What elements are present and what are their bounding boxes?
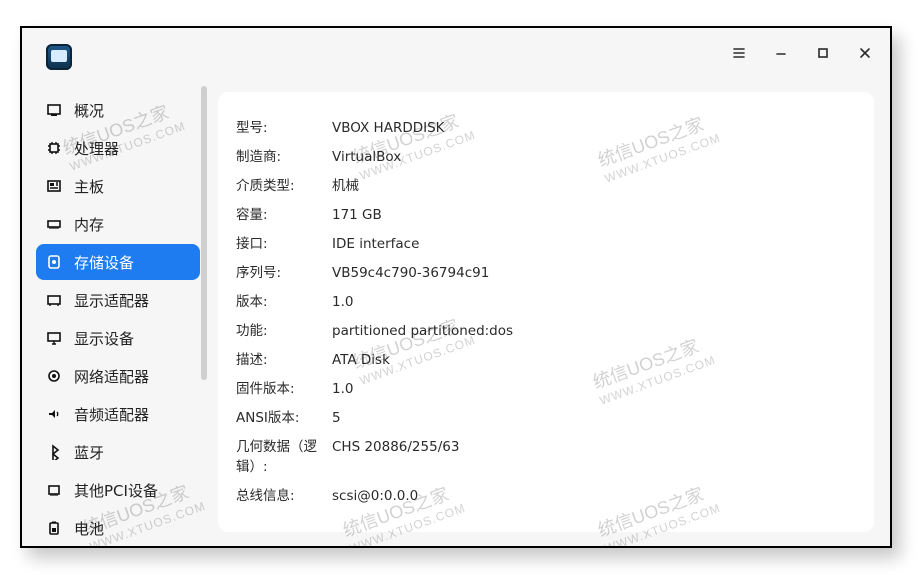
sidebar-item-label: 其他PCI设备 xyxy=(74,481,158,500)
detail-value: partitioned partitioned:dos xyxy=(332,323,514,339)
monitor-icon xyxy=(46,330,62,346)
detail-value: VirtualBox xyxy=(332,149,402,165)
detail-key: 序列号: xyxy=(236,265,282,281)
sidebar-scrollbar[interactable] xyxy=(201,86,207,380)
detail-key: 容量: xyxy=(236,207,268,223)
detail-key: 功能: xyxy=(236,323,268,339)
sidebar-item-label: 存储设备 xyxy=(74,253,135,272)
pci-icon xyxy=(46,482,62,498)
detail-value: 171 GB xyxy=(332,207,382,223)
minimize-icon[interactable] xyxy=(768,40,794,66)
sidebar-item-memory[interactable]: 内存 xyxy=(36,206,210,242)
device-manager-app-icon xyxy=(46,44,72,70)
overview-icon xyxy=(46,102,62,118)
cpu-icon xyxy=(46,140,62,156)
audio-icon xyxy=(46,406,62,422)
sidebar-item-label: 显示适配器 xyxy=(74,291,150,310)
detail-value: ATA Disk xyxy=(332,352,390,368)
sidebar-item-other-pci[interactable]: 其他PCI设备 xyxy=(36,472,210,508)
display-adapter-icon xyxy=(46,292,62,308)
details-panel: 型号: VBOX HARDDISK 制造商: VirtualBox 介质类型: … xyxy=(218,92,874,532)
sidebar-item-overview[interactable]: 概况 xyxy=(36,92,210,128)
sidebar-item-label: 处理器 xyxy=(74,139,120,158)
title-bar xyxy=(22,28,890,84)
detail-key: ANSI版本: xyxy=(236,410,300,426)
sidebar-item-label: 显示设备 xyxy=(74,329,135,348)
close-icon[interactable] xyxy=(852,40,878,66)
sidebar-item-bluetooth[interactable]: 蓝牙 xyxy=(36,434,210,470)
bluetooth-icon xyxy=(46,444,62,460)
sidebar-item-label: 音频适配器 xyxy=(74,405,150,424)
detail-value: VB59c4c790-36794c91 xyxy=(332,265,490,281)
sidebar-item-battery[interactable]: 电池 xyxy=(36,510,210,546)
detail-key: 总线信息: xyxy=(236,488,295,504)
battery-icon xyxy=(46,520,62,536)
sidebar-item-network-adapter[interactable]: 网络适配器 xyxy=(36,358,210,394)
detail-value: scsi@0:0.0.0 xyxy=(332,488,419,504)
motherboard-icon xyxy=(46,178,62,194)
menu-icon[interactable] xyxy=(726,40,752,66)
detail-value: IDE interface xyxy=(332,236,420,252)
sidebar-item-label: 电池 xyxy=(74,519,105,538)
detail-key: 几何数据（逻辑）: xyxy=(236,439,317,475)
window-controls xyxy=(726,40,878,66)
detail-key: 型号: xyxy=(236,120,268,136)
detail-value: 5 xyxy=(332,410,341,426)
detail-value: 1.0 xyxy=(332,381,354,397)
detail-key: 版本: xyxy=(236,294,268,310)
screenshot-stage: 概况 处理器 主板 内存 存储设备 显示适配器 显示设备 网络适配器 音频适配器… xyxy=(0,0,918,575)
detail-value: VBOX HARDDISK xyxy=(332,120,445,136)
sidebar-item-storage[interactable]: 存储设备 xyxy=(36,244,200,280)
maximize-icon[interactable] xyxy=(810,40,836,66)
sidebar-item-audio-adapter[interactable]: 音频适配器 xyxy=(36,396,210,432)
sidebar-item-label: 主板 xyxy=(74,177,105,196)
sidebar-item-label: 蓝牙 xyxy=(74,443,105,462)
sidebar-item-label: 网络适配器 xyxy=(74,367,150,386)
storage-icon xyxy=(46,254,62,270)
sidebar-item-label: 内存 xyxy=(74,215,105,234)
sidebar-item-motherboard[interactable]: 主板 xyxy=(36,168,210,204)
detail-key: 固件版本: xyxy=(236,381,295,397)
device-manager-window: 概况 处理器 主板 内存 存储设备 显示适配器 显示设备 网络适配器 音频适配器… xyxy=(20,26,892,548)
sidebar-item-display-adapter[interactable]: 显示适配器 xyxy=(36,282,210,318)
memory-icon xyxy=(46,216,62,232)
sidebar: 概况 处理器 主板 内存 存储设备 显示适配器 显示设备 网络适配器 音频适配器… xyxy=(22,84,210,546)
detail-key: 描述: xyxy=(236,352,268,368)
detail-key: 制造商: xyxy=(236,149,282,165)
network-icon xyxy=(46,368,62,384)
detail-key: 介质类型: xyxy=(236,178,295,194)
sidebar-item-label: 概况 xyxy=(74,101,105,120)
detail-value: 1.0 xyxy=(332,294,354,310)
sidebar-item-processor[interactable]: 处理器 xyxy=(36,130,210,166)
detail-value: CHS 20886/255/63 xyxy=(332,439,460,455)
details-table: 型号: VBOX HARDDISK 制造商: VirtualBox 介质类型: … xyxy=(236,118,852,506)
sidebar-item-display-device[interactable]: 显示设备 xyxy=(36,320,210,356)
detail-key: 接口: xyxy=(236,236,268,252)
sidebar-nav: 概况 处理器 主板 内存 存储设备 显示适配器 显示设备 网络适配器 音频适配器… xyxy=(36,92,210,546)
detail-value: 机械 xyxy=(332,178,359,194)
